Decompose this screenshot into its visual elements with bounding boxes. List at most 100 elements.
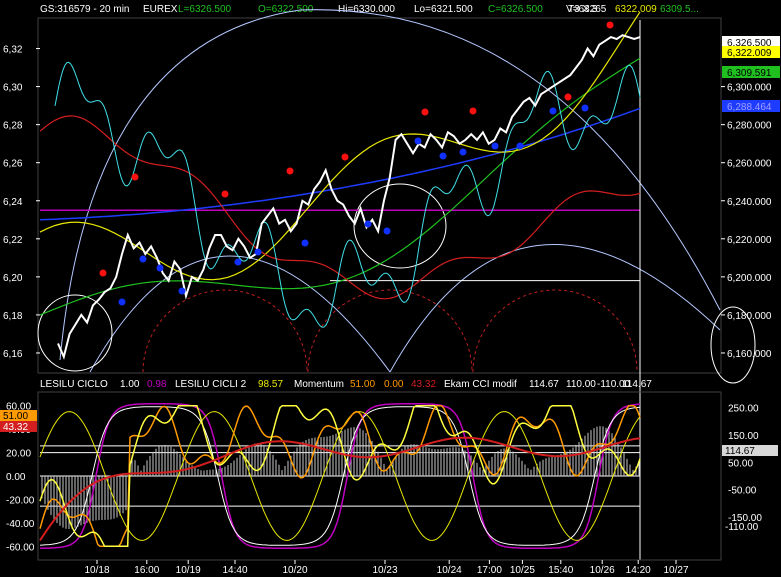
- price-value-tags: 6,326.5006,322.0096,309.5916,288.464: [722, 36, 780, 113]
- osc-value-tag-text: -110.00: [725, 522, 759, 533]
- cci-value-2: 110.00: [566, 379, 596, 390]
- price-left-tick: 6,18: [3, 311, 23, 322]
- price-left-tick: 6,22: [3, 235, 23, 246]
- t3-value-2: 6309.5...: [660, 4, 699, 15]
- cycle-dashed-arc: [472, 289, 638, 373]
- t3-value-1: 6322.009: [615, 4, 657, 15]
- close-label: C=6326.500: [488, 4, 543, 15]
- time-axis: 10/18 16:00 10/19 14:40 10/20 10/23 10/24 17:00…: [84, 560, 689, 576]
- buy-signal-dot: [549, 107, 557, 115]
- cycle-arc: [299, 9, 721, 311]
- osc-right-tick: 150.00: [728, 431, 759, 442]
- time-tick-label: 10/19: [176, 565, 201, 576]
- buy-signal-dot: [491, 142, 499, 150]
- sell-signal-dot: [286, 167, 294, 175]
- buy-signal-dot: [139, 255, 147, 263]
- ciclo-name: LESILU CICLO: [40, 379, 108, 390]
- price-right-tick: 6,200.000: [727, 273, 772, 284]
- time-tick-label: 14:20: [626, 565, 651, 576]
- cci-value-1: 114.67: [529, 379, 559, 390]
- price-left-tick: 6,20: [3, 273, 23, 284]
- sell-signal-dot: [564, 93, 572, 101]
- sell-signal-dot: [606, 21, 614, 29]
- momentum-value-1: 51.00: [350, 379, 375, 390]
- price-left-tick: 6,24: [3, 197, 23, 208]
- osc-left-tick: -60.00: [6, 542, 35, 553]
- price-left-tick: 6,28: [3, 121, 23, 132]
- buy-signal-dot: [581, 104, 589, 112]
- sell-signal-dot: [421, 108, 429, 116]
- cycle-arc: [89, 255, 391, 373]
- price-right-tick: 6,280.000: [727, 121, 772, 132]
- osc-value-tag-text: 114.67: [725, 446, 755, 457]
- highlight-ellipse: [37, 294, 113, 372]
- oscillator-series: [39, 402, 641, 550]
- osc-left-tick: -40.00: [6, 519, 35, 530]
- time-tick-label: 10/20: [282, 565, 307, 576]
- buy-signal-dot: [301, 239, 309, 247]
- t3-label: T3 X 3: [568, 4, 598, 15]
- osc-value-tag-text: 43.32: [3, 422, 28, 433]
- buy-signal-dot: [118, 298, 126, 306]
- cycle-arc: [59, 9, 301, 361]
- osc-left-tick: 0.00: [6, 472, 26, 483]
- buy-signal-dot: [254, 248, 262, 256]
- momentum-value-2: 0.00: [384, 379, 404, 390]
- buy-signal-dot: [156, 264, 164, 272]
- sell-signal-dot: [131, 173, 139, 181]
- price-left-tick: 6,16: [3, 349, 23, 360]
- price-left-tick: 6,30: [3, 83, 23, 94]
- price-right-tick: 6,160.000: [727, 349, 772, 360]
- time-tick-label: 10/27: [663, 565, 688, 576]
- buy-signal-dot: [414, 137, 422, 145]
- buy-signal-dot: [364, 220, 372, 228]
- momentum-name: Momentum: [294, 379, 344, 390]
- oscillator-right-axis: 250.00150.0050.00-50.00-150.00: [728, 404, 762, 524]
- price-left-tick: 6,26: [3, 159, 23, 170]
- time-tick-label: 10/24: [437, 565, 462, 576]
- oscillator-header: LESILU CICLO 1.00 0.98 LESILU CICLI 2 98…: [40, 379, 652, 390]
- cci-value-4: 114.67: [622, 379, 652, 390]
- price-right-axis: 6,300.000 6,280.000 6,260.000 6,240.000 6,22…: [721, 83, 772, 360]
- ciclo-value-2: 0.98: [147, 379, 167, 390]
- time-tick-label: 10/26: [590, 565, 615, 576]
- sell-signal-dot: [469, 107, 477, 115]
- sell-signal-dot: [341, 153, 349, 161]
- price-left-tick: 6,32: [3, 45, 23, 56]
- time-tick-label: 10/23: [372, 565, 397, 576]
- osc-value-tag-text: 51.00: [3, 411, 28, 422]
- momentum-value-3: 43.32: [411, 379, 436, 390]
- buy-signal-dot: [459, 148, 467, 156]
- osc-right-tick: -50.00: [728, 486, 757, 497]
- cicli2-name: LESILU CICLI 2: [175, 379, 247, 390]
- red-indicator-line: [39, 115, 641, 300]
- cycle-dashed-arc: [142, 289, 308, 373]
- cci-name: Ekam CCI modif: [444, 379, 517, 390]
- price-cycle-arcs: [37, 9, 756, 384]
- low-label: Lo=6321.500: [414, 4, 473, 15]
- price-right-tick: 6,220.000: [727, 235, 772, 246]
- trading-chart: GS:316579 - 20 min EUREX L=6326.500 O=63…: [0, 4, 780, 576]
- time-tick-label: 16:00: [134, 565, 159, 576]
- price-right-tick: 6,260.000: [727, 159, 772, 170]
- time-tick-label: 17:00: [477, 565, 502, 576]
- exchange-label: EUREX: [143, 4, 178, 15]
- cicli2-value: 98.57: [258, 379, 283, 390]
- osc-left-tick: 20.00: [6, 449, 31, 460]
- time-tick-label: 10/25: [510, 565, 535, 576]
- buy-signal-dot: [234, 258, 242, 266]
- price-value-tag-text: 6,288.464: [727, 102, 772, 113]
- price-line: [57, 34, 641, 360]
- buy-signal-dot: [178, 287, 186, 295]
- symbol-label: GS:316579 - 20 min: [40, 4, 130, 15]
- last-label: L=6326.500: [178, 4, 232, 15]
- buy-signal-dot: [516, 142, 524, 150]
- price-right-tick: 6,300.000: [727, 83, 772, 94]
- time-tick-label: 15:40: [548, 565, 573, 576]
- cycle-arc: [389, 243, 721, 373]
- buy-signal-dot: [383, 227, 391, 235]
- sell-signal-dot: [99, 269, 107, 277]
- price-value-tag-text: 6,322.009: [727, 48, 772, 59]
- price-value-tag-text: 6,309.591: [727, 68, 772, 79]
- osc-right-tick: 50.00: [728, 458, 753, 469]
